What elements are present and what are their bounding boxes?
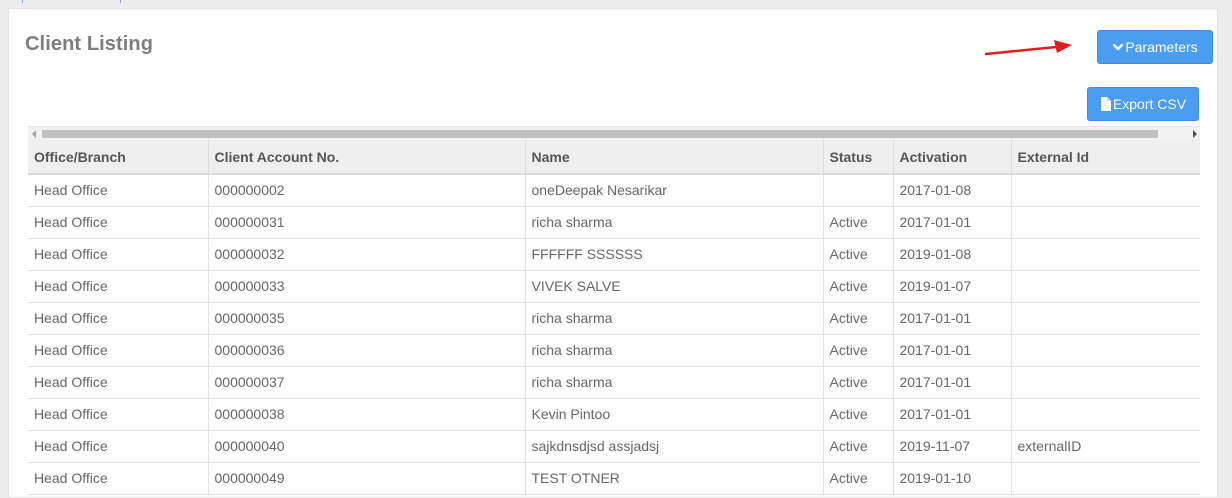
status-cell: Active bbox=[823, 238, 894, 271]
name-cell: richa sharma bbox=[525, 206, 824, 239]
client-table: Office/Branch Client Account No. Name St… bbox=[28, 140, 1200, 495]
name-cell: richa sharma bbox=[525, 334, 824, 367]
external-id-cell bbox=[1011, 270, 1200, 303]
column-header-client-account-no[interactable]: Client Account No. bbox=[208, 140, 526, 175]
name-cell: richa sharma bbox=[525, 302, 824, 335]
external-id-cell bbox=[1011, 462, 1200, 495]
client-account-no-cell: 000000002 bbox=[208, 174, 526, 207]
external-id-cell bbox=[1011, 206, 1200, 239]
name-cell: FFFFFF SSSSSS bbox=[525, 238, 824, 271]
table-row[interactable]: Head Office 000000002 oneDeepak Nesarikar 2… bbox=[28, 174, 1200, 207]
client-account-no-cell: 000000037 bbox=[208, 366, 526, 399]
office-branch-cell: Head Office bbox=[28, 206, 209, 239]
client-account-no-cell: 000000040 bbox=[208, 430, 526, 463]
top-strip-mark bbox=[120, 0, 121, 3]
column-header-office-branch[interactable]: Office/Branch bbox=[28, 140, 209, 175]
external-id-cell bbox=[1011, 366, 1200, 399]
name-cell: richa sharma bbox=[525, 366, 824, 399]
office-branch-cell: Head Office bbox=[28, 430, 209, 463]
report-card: Client Listing Parameters Export CSV Off… bbox=[8, 8, 1218, 498]
client-account-no-cell: 000000033 bbox=[208, 270, 526, 303]
column-header-status[interactable]: Status bbox=[823, 140, 894, 175]
scroll-right-icon[interactable] bbox=[1193, 130, 1197, 138]
client-account-no-cell: 000000038 bbox=[208, 398, 526, 431]
activation-cell: 2017-01-01 bbox=[893, 398, 1012, 431]
scrollbar-thumb[interactable] bbox=[42, 130, 1158, 138]
activation-cell: 2017-01-08 bbox=[893, 174, 1012, 207]
column-header-name[interactable]: Name bbox=[525, 140, 824, 175]
table-row[interactable]: Head Office 000000049 TEST OTNER Active 2019… bbox=[28, 462, 1200, 495]
activation-cell: 2017-01-01 bbox=[893, 366, 1012, 399]
table-row[interactable]: Head Office 000000035 richa sharma Active 20… bbox=[28, 302, 1200, 335]
client-account-no-cell: 000000036 bbox=[208, 334, 526, 367]
horizontal-scrollbar[interactable] bbox=[28, 126, 1200, 140]
activation-cell: 2017-01-01 bbox=[893, 334, 1012, 367]
table-body: Head Office 000000002 oneDeepak Nesarikar 2… bbox=[28, 174, 1200, 495]
top-strip bbox=[0, 0, 1232, 8]
client-account-no-cell: 000000032 bbox=[208, 238, 526, 271]
external-id-cell bbox=[1011, 398, 1200, 431]
table-row[interactable]: Head Office 000000033 VIVEK SALVE Active 201… bbox=[28, 270, 1200, 303]
external-id-cell bbox=[1011, 174, 1200, 207]
table-header-row: Office/Branch Client Account No. Name St… bbox=[28, 140, 1200, 175]
office-branch-cell: Head Office bbox=[28, 334, 209, 367]
scroll-left-icon[interactable] bbox=[32, 130, 36, 138]
name-cell: VIVEK SALVE bbox=[525, 270, 824, 303]
status-cell: Active bbox=[823, 302, 894, 335]
column-header-activation[interactable]: Activation bbox=[893, 140, 1012, 175]
export-csv-button[interactable]: Export CSV bbox=[1087, 87, 1199, 121]
external-id-cell bbox=[1011, 302, 1200, 335]
office-branch-cell: Head Office bbox=[28, 270, 209, 303]
external-id-cell bbox=[1011, 334, 1200, 367]
office-branch-cell: Head Office bbox=[28, 302, 209, 335]
name-cell: Kevin Pintoo bbox=[525, 398, 824, 431]
activation-cell: 2017-01-01 bbox=[893, 302, 1012, 335]
table-row[interactable]: Head Office 000000038 Kevin Pintoo Active 20… bbox=[28, 398, 1200, 431]
external-id-cell bbox=[1011, 238, 1200, 271]
top-strip-mark bbox=[22, 0, 23, 3]
client-account-no-cell: 000000031 bbox=[208, 206, 526, 239]
external-id-cell: externalID bbox=[1011, 430, 1200, 463]
table-row[interactable]: Head Office 000000032 FFFFFF SSSSSS Active 2… bbox=[28, 238, 1200, 271]
table-row[interactable]: Head Office 000000037 richa sharma Active 20… bbox=[28, 366, 1200, 399]
chevron-down-icon bbox=[1113, 43, 1124, 51]
page-title: Client Listing bbox=[25, 33, 154, 55]
parameters-button[interactable]: Parameters bbox=[1097, 30, 1213, 64]
activation-cell: 2017-01-01 bbox=[893, 206, 1012, 239]
office-branch-cell: Head Office bbox=[28, 174, 209, 207]
activation-cell: 2019-01-10 bbox=[893, 462, 1012, 495]
status-cell: Active bbox=[823, 398, 894, 431]
client-account-no-cell: 000000035 bbox=[208, 302, 526, 335]
activation-cell: 2019-11-07 bbox=[893, 430, 1012, 463]
status-cell: Active bbox=[823, 462, 894, 495]
office-branch-cell: Head Office bbox=[28, 398, 209, 431]
status-cell: Active bbox=[823, 270, 894, 303]
status-cell: Active bbox=[823, 206, 894, 239]
name-cell: TEST OTNER bbox=[525, 462, 824, 495]
name-cell: oneDeepak Nesarikar bbox=[525, 174, 824, 207]
status-cell: Active bbox=[823, 334, 894, 367]
office-branch-cell: Head Office bbox=[28, 238, 209, 271]
client-account-no-cell: 000000049 bbox=[208, 462, 526, 495]
office-branch-cell: Head Office bbox=[28, 462, 209, 495]
file-icon bbox=[1100, 97, 1111, 111]
status-cell bbox=[823, 174, 894, 207]
parameters-button-label: Parameters bbox=[1125, 39, 1198, 55]
table-row[interactable]: Head Office 000000040 sajkdnsdjsd assjadsj… bbox=[28, 430, 1200, 463]
export-csv-button-label: Export CSV bbox=[1112, 96, 1187, 112]
activation-cell: 2019-01-07 bbox=[893, 270, 1012, 303]
name-cell: sajkdnsdjsd assjadsj bbox=[525, 430, 824, 463]
status-cell: Active bbox=[823, 430, 894, 463]
activation-cell: 2019-01-08 bbox=[893, 238, 1012, 271]
status-cell: Active bbox=[823, 366, 894, 399]
table-row[interactable]: Head Office 000000036 richa sharma Active 20… bbox=[28, 334, 1200, 367]
column-header-external-id[interactable]: External Id bbox=[1011, 140, 1200, 175]
office-branch-cell: Head Office bbox=[28, 366, 209, 399]
table-row[interactable]: Head Office 000000031 richa sharma Active 20… bbox=[28, 206, 1200, 239]
red-arrow-icon bbox=[984, 40, 1072, 56]
